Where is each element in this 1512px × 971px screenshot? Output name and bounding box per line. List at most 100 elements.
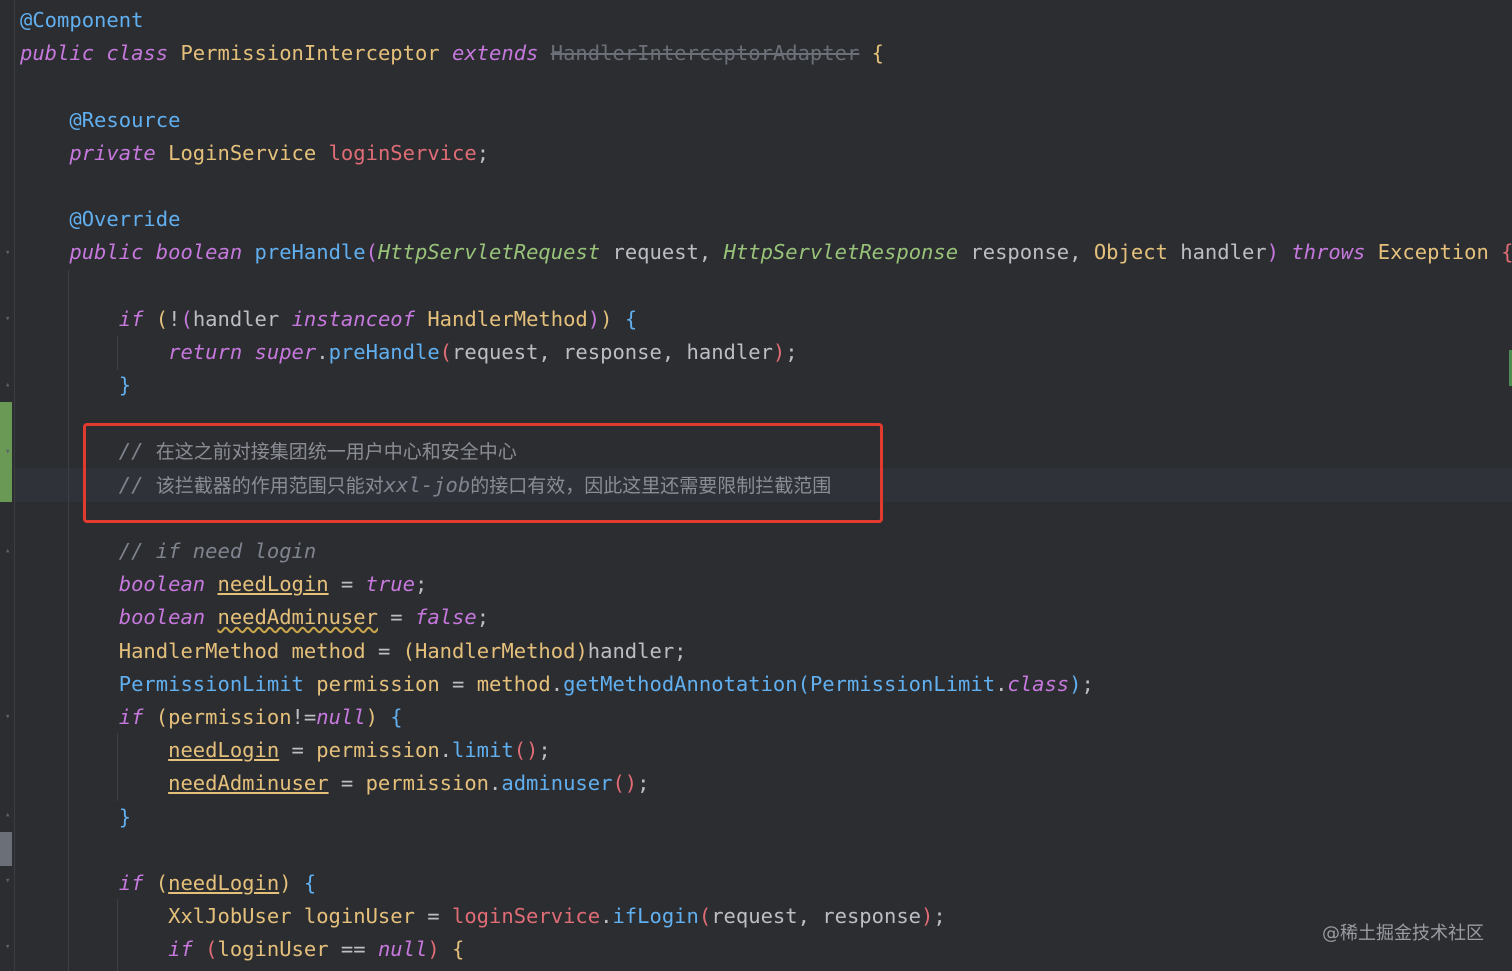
code-token: ! — [168, 306, 181, 331]
code-token: . — [550, 671, 564, 696]
code-line[interactable]: if (!(handler instanceof HandlerMethod))… — [20, 303, 1512, 336]
code-token: needLogin — [168, 870, 280, 895]
code-token: { — [871, 41, 884, 66]
code-token: method — [291, 638, 366, 663]
code-token: () — [612, 771, 638, 796]
code-line[interactable]: @Resource — [20, 104, 1512, 137]
code-line[interactable]: needAdminuser = permission.adminuser(); — [20, 767, 1512, 800]
code-line[interactable]: @Override — [20, 203, 1512, 236]
fold-icon[interactable]: ▾ — [5, 248, 15, 258]
fold-icon[interactable]: ▾ — [5, 712, 15, 722]
code-token: ) — [921, 904, 934, 929]
code-token: ( — [698, 904, 712, 929]
code-token: . — [489, 771, 502, 796]
code-line[interactable]: } — [20, 369, 1512, 402]
code-token: instanceof — [291, 306, 415, 331]
code-line[interactable]: XxlJobUser loginUser = loginService.ifLo… — [20, 900, 1512, 933]
code-line[interactable]: } — [20, 801, 1512, 834]
editor-gutter[interactable]: ▾ ▾ ▴ ▾ ▴ ▾ ▴ ▾ ▾ — [0, 0, 15, 971]
code-token: limit — [452, 738, 514, 763]
code-token: null — [377, 937, 428, 962]
code-line[interactable]: return super.preHandle(request, response… — [20, 336, 1512, 369]
code-line[interactable]: HandlerMethod method = (HandlerMethod)ha… — [20, 635, 1512, 668]
code-token: ( — [155, 870, 169, 895]
code-line[interactable]: public class PermissionInterceptor exten… — [20, 37, 1512, 70]
fold-icon[interactable]: ▴ — [5, 380, 15, 390]
code-token: // if need login — [118, 539, 317, 563]
code-token: { — [1501, 240, 1512, 264]
fold-icon[interactable]: ▴ — [5, 546, 15, 556]
code-token: if — [168, 937, 193, 962]
code-token: public — [20, 41, 95, 66]
code-token: ( — [155, 704, 169, 729]
code-line[interactable]: @Component — [20, 4, 1512, 37]
fold-icon[interactable]: ▾ — [5, 314, 15, 324]
fold-icon[interactable]: ▾ — [5, 876, 15, 886]
code-token: ) — [587, 306, 601, 331]
code-token: () — [513, 738, 539, 763]
fold-icon[interactable]: ▾ — [5, 447, 15, 457]
code-line[interactable]: boolean needLogin = true; — [20, 568, 1512, 601]
code-token: class — [106, 41, 169, 66]
fold-icon[interactable]: ▴ — [5, 810, 15, 820]
code-token: request, response — [711, 904, 922, 929]
code-token: ) — [365, 704, 378, 729]
code-line[interactable]: if (loginUser == null) { — [20, 933, 1512, 966]
code-token: loginService — [328, 140, 477, 165]
code-token: @Resource — [69, 107, 181, 132]
code-token: true — [365, 572, 415, 597]
code-line[interactable]: PermissionLimit permission = method.getM… — [20, 668, 1512, 701]
code-token: handler — [192, 306, 292, 331]
code-token: if — [118, 870, 144, 895]
code-token: getMethodAnnotation — [563, 671, 798, 696]
code-token: false — [414, 605, 477, 630]
code-line[interactable]: private LoginService loginService; — [20, 137, 1512, 170]
code-token: boolean — [118, 605, 206, 630]
code-token: = — [439, 671, 477, 696]
code-token: extends — [452, 41, 539, 66]
vcs-modified-marker[interactable] — [0, 832, 12, 866]
code-token: . — [995, 671, 1008, 696]
code-line[interactable]: if (permission!=null) { — [20, 701, 1512, 734]
watermark: @稀土掘金技术社区 — [1322, 923, 1484, 944]
code-line[interactable]: if (needLogin) { — [20, 867, 1512, 900]
code-line[interactable]: needLogin = permission.limit(); — [20, 734, 1512, 767]
code-line[interactable] — [20, 170, 1512, 203]
fold-icon[interactable]: ▾ — [5, 942, 15, 952]
code-line[interactable] — [20, 270, 1512, 303]
code-token: . — [439, 738, 452, 763]
code-line[interactable]: boolean needAdminuser = false; — [20, 601, 1512, 634]
code-editor[interactable]: ▾ ▾ ▴ ▾ ▴ ▾ ▴ ▾ ▾ @Component public class… — [0, 0, 1512, 971]
code-token: ) — [1069, 671, 1082, 696]
code-line[interactable]: public boolean preHandle(HttpServletRequ… — [20, 236, 1512, 269]
code-line[interactable] — [20, 834, 1512, 867]
code-token: { — [452, 937, 465, 962]
code-token: HttpServletRequest — [377, 240, 601, 265]
code-token: LoginService — [168, 140, 317, 165]
code-line[interactable]: // if need login — [20, 535, 1512, 568]
code-line[interactable] — [20, 70, 1512, 103]
code-token: handler; — [587, 638, 687, 663]
code-token: ) — [772, 339, 786, 364]
code-token: = — [328, 771, 366, 796]
code-token: HandlerMethod — [118, 638, 280, 663]
code-token: = — [365, 638, 403, 663]
code-token: ( — [155, 306, 169, 331]
